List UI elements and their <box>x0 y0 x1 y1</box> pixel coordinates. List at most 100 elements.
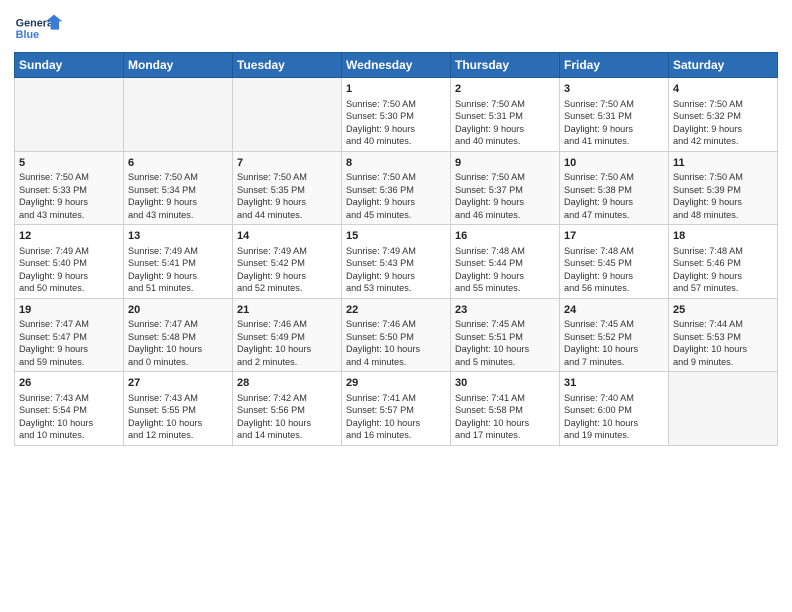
day-info: Sunrise: 7:50 AM Sunset: 5:36 PM Dayligh… <box>346 171 446 221</box>
day-info: Sunrise: 7:49 AM Sunset: 5:43 PM Dayligh… <box>346 245 446 295</box>
weekday-header: Monday <box>124 53 233 78</box>
day-info: Sunrise: 7:43 AM Sunset: 5:54 PM Dayligh… <box>19 392 119 442</box>
logo-svg: General Blue <box>14 10 64 46</box>
calendar-cell: 13Sunrise: 7:49 AM Sunset: 5:41 PM Dayli… <box>124 225 233 299</box>
calendar-cell <box>15 78 124 152</box>
calendar-cell: 7Sunrise: 7:50 AM Sunset: 5:35 PM Daylig… <box>233 151 342 225</box>
day-number: 17 <box>564 229 664 244</box>
calendar-cell: 30Sunrise: 7:41 AM Sunset: 5:58 PM Dayli… <box>451 372 560 446</box>
calendar-cell: 4Sunrise: 7:50 AM Sunset: 5:32 PM Daylig… <box>669 78 778 152</box>
day-number: 15 <box>346 229 446 244</box>
weekday-header: Wednesday <box>342 53 451 78</box>
day-number: 25 <box>673 303 773 318</box>
calendar-cell: 24Sunrise: 7:45 AM Sunset: 5:52 PM Dayli… <box>560 298 669 372</box>
calendar-table: SundayMondayTuesdayWednesdayThursdayFrid… <box>14 52 778 446</box>
day-number: 2 <box>455 82 555 97</box>
day-number: 26 <box>19 376 119 391</box>
day-info: Sunrise: 7:50 AM Sunset: 5:37 PM Dayligh… <box>455 171 555 221</box>
day-number: 7 <box>237 156 337 171</box>
day-number: 29 <box>346 376 446 391</box>
svg-text:Blue: Blue <box>16 29 39 41</box>
calendar-cell <box>233 78 342 152</box>
day-number: 11 <box>673 156 773 171</box>
day-number: 19 <box>19 303 119 318</box>
weekday-header-row: SundayMondayTuesdayWednesdayThursdayFrid… <box>15 53 778 78</box>
calendar-cell: 14Sunrise: 7:49 AM Sunset: 5:42 PM Dayli… <box>233 225 342 299</box>
day-info: Sunrise: 7:49 AM Sunset: 5:40 PM Dayligh… <box>19 245 119 295</box>
weekday-header: Thursday <box>451 53 560 78</box>
calendar-cell: 27Sunrise: 7:43 AM Sunset: 5:55 PM Dayli… <box>124 372 233 446</box>
day-number: 8 <box>346 156 446 171</box>
calendar-cell: 10Sunrise: 7:50 AM Sunset: 5:38 PM Dayli… <box>560 151 669 225</box>
day-number: 13 <box>128 229 228 244</box>
calendar-cell: 6Sunrise: 7:50 AM Sunset: 5:34 PM Daylig… <box>124 151 233 225</box>
calendar-cell: 11Sunrise: 7:50 AM Sunset: 5:39 PM Dayli… <box>669 151 778 225</box>
day-info: Sunrise: 7:50 AM Sunset: 5:31 PM Dayligh… <box>455 98 555 148</box>
day-number: 23 <box>455 303 555 318</box>
header: General Blue <box>14 10 778 46</box>
day-info: Sunrise: 7:48 AM Sunset: 5:44 PM Dayligh… <box>455 245 555 295</box>
calendar-week-row: 19Sunrise: 7:47 AM Sunset: 5:47 PM Dayli… <box>15 298 778 372</box>
calendar-cell: 28Sunrise: 7:42 AM Sunset: 5:56 PM Dayli… <box>233 372 342 446</box>
day-info: Sunrise: 7:47 AM Sunset: 5:47 PM Dayligh… <box>19 318 119 368</box>
day-info: Sunrise: 7:50 AM Sunset: 5:33 PM Dayligh… <box>19 171 119 221</box>
day-number: 27 <box>128 376 228 391</box>
weekday-header: Sunday <box>15 53 124 78</box>
day-number: 12 <box>19 229 119 244</box>
day-info: Sunrise: 7:50 AM Sunset: 5:35 PM Dayligh… <box>237 171 337 221</box>
day-number: 31 <box>564 376 664 391</box>
day-info: Sunrise: 7:43 AM Sunset: 5:55 PM Dayligh… <box>128 392 228 442</box>
page: General Blue SundayMondayTuesdayWednesda… <box>0 0 792 612</box>
calendar-cell: 26Sunrise: 7:43 AM Sunset: 5:54 PM Dayli… <box>15 372 124 446</box>
day-info: Sunrise: 7:49 AM Sunset: 5:41 PM Dayligh… <box>128 245 228 295</box>
calendar-cell: 20Sunrise: 7:47 AM Sunset: 5:48 PM Dayli… <box>124 298 233 372</box>
calendar-cell: 12Sunrise: 7:49 AM Sunset: 5:40 PM Dayli… <box>15 225 124 299</box>
day-info: Sunrise: 7:50 AM Sunset: 5:39 PM Dayligh… <box>673 171 773 221</box>
logo: General Blue <box>14 10 64 46</box>
calendar-cell: 29Sunrise: 7:41 AM Sunset: 5:57 PM Dayli… <box>342 372 451 446</box>
day-info: Sunrise: 7:45 AM Sunset: 5:52 PM Dayligh… <box>564 318 664 368</box>
day-number: 10 <box>564 156 664 171</box>
day-info: Sunrise: 7:48 AM Sunset: 5:46 PM Dayligh… <box>673 245 773 295</box>
calendar-cell: 18Sunrise: 7:48 AM Sunset: 5:46 PM Dayli… <box>669 225 778 299</box>
day-info: Sunrise: 7:48 AM Sunset: 5:45 PM Dayligh… <box>564 245 664 295</box>
weekday-header: Friday <box>560 53 669 78</box>
day-info: Sunrise: 7:42 AM Sunset: 5:56 PM Dayligh… <box>237 392 337 442</box>
day-number: 1 <box>346 82 446 97</box>
day-info: Sunrise: 7:41 AM Sunset: 5:57 PM Dayligh… <box>346 392 446 442</box>
day-number: 24 <box>564 303 664 318</box>
day-number: 18 <box>673 229 773 244</box>
day-number: 4 <box>673 82 773 97</box>
calendar-cell: 23Sunrise: 7:45 AM Sunset: 5:51 PM Dayli… <box>451 298 560 372</box>
calendar-cell: 25Sunrise: 7:44 AM Sunset: 5:53 PM Dayli… <box>669 298 778 372</box>
day-info: Sunrise: 7:50 AM Sunset: 5:34 PM Dayligh… <box>128 171 228 221</box>
day-number: 21 <box>237 303 337 318</box>
calendar-cell: 2Sunrise: 7:50 AM Sunset: 5:31 PM Daylig… <box>451 78 560 152</box>
calendar-cell: 9Sunrise: 7:50 AM Sunset: 5:37 PM Daylig… <box>451 151 560 225</box>
calendar-cell: 8Sunrise: 7:50 AM Sunset: 5:36 PM Daylig… <box>342 151 451 225</box>
day-number: 30 <box>455 376 555 391</box>
calendar-week-row: 5Sunrise: 7:50 AM Sunset: 5:33 PM Daylig… <box>15 151 778 225</box>
calendar-cell: 16Sunrise: 7:48 AM Sunset: 5:44 PM Dayli… <box>451 225 560 299</box>
calendar-week-row: 12Sunrise: 7:49 AM Sunset: 5:40 PM Dayli… <box>15 225 778 299</box>
day-info: Sunrise: 7:40 AM Sunset: 6:00 PM Dayligh… <box>564 392 664 442</box>
calendar-cell: 5Sunrise: 7:50 AM Sunset: 5:33 PM Daylig… <box>15 151 124 225</box>
day-number: 16 <box>455 229 555 244</box>
calendar-cell: 1Sunrise: 7:50 AM Sunset: 5:30 PM Daylig… <box>342 78 451 152</box>
calendar-cell: 17Sunrise: 7:48 AM Sunset: 5:45 PM Dayli… <box>560 225 669 299</box>
day-info: Sunrise: 7:46 AM Sunset: 5:49 PM Dayligh… <box>237 318 337 368</box>
day-info: Sunrise: 7:46 AM Sunset: 5:50 PM Dayligh… <box>346 318 446 368</box>
day-number: 22 <box>346 303 446 318</box>
day-info: Sunrise: 7:44 AM Sunset: 5:53 PM Dayligh… <box>673 318 773 368</box>
calendar-cell: 31Sunrise: 7:40 AM Sunset: 6:00 PM Dayli… <box>560 372 669 446</box>
day-number: 6 <box>128 156 228 171</box>
day-info: Sunrise: 7:50 AM Sunset: 5:32 PM Dayligh… <box>673 98 773 148</box>
calendar-cell <box>124 78 233 152</box>
day-info: Sunrise: 7:50 AM Sunset: 5:31 PM Dayligh… <box>564 98 664 148</box>
day-number: 20 <box>128 303 228 318</box>
calendar-cell: 15Sunrise: 7:49 AM Sunset: 5:43 PM Dayli… <box>342 225 451 299</box>
calendar-cell <box>669 372 778 446</box>
calendar-cell: 3Sunrise: 7:50 AM Sunset: 5:31 PM Daylig… <box>560 78 669 152</box>
calendar-cell: 21Sunrise: 7:46 AM Sunset: 5:49 PM Dayli… <box>233 298 342 372</box>
day-number: 14 <box>237 229 337 244</box>
